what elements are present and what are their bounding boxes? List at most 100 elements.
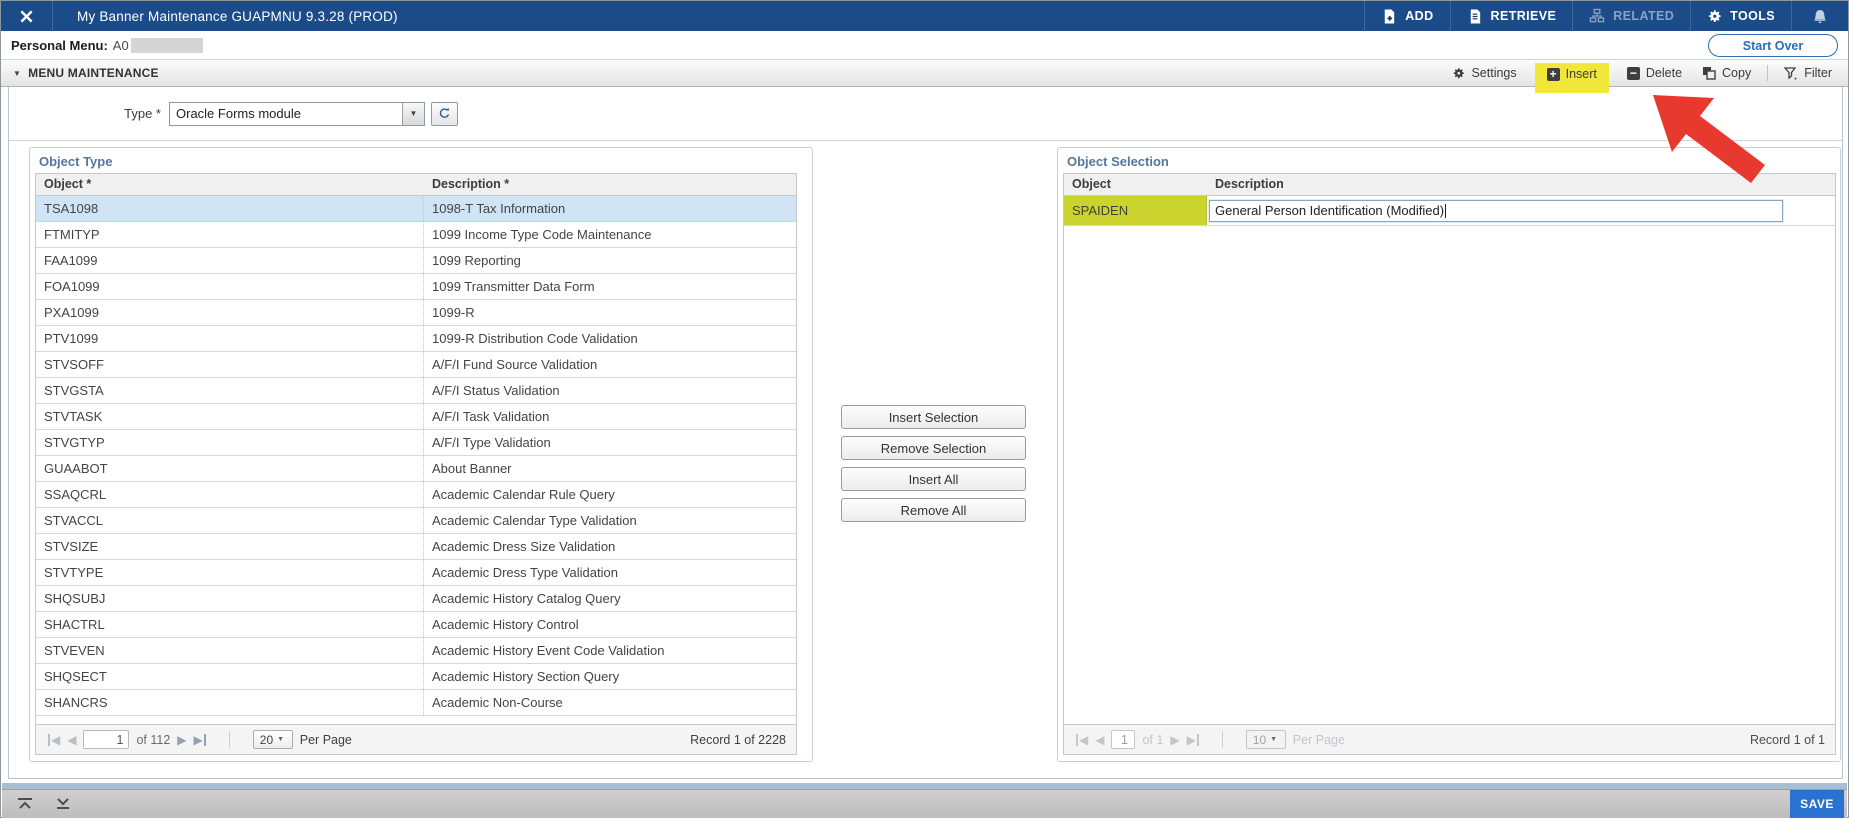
description-cell[interactable]: Academic Dress Type Validation <box>424 560 796 585</box>
object-cell-highlighted[interactable]: SPAIDEN <box>1064 196 1207 225</box>
last-page-button[interactable]: ▶ <box>1187 733 1199 746</box>
first-page-button[interactable]: ◀ <box>48 733 60 746</box>
object-cell[interactable]: FAA1099 <box>36 248 424 273</box>
dropdown-caret-icon[interactable]: ▼ <box>402 102 424 125</box>
notifications-button[interactable] <box>1791 1 1848 31</box>
next-page-button[interactable]: ▶ <box>177 734 186 746</box>
remove-selection-button[interactable]: Remove Selection <box>841 436 1026 460</box>
table-row[interactable]: STVTASK A/F/I Task Validation <box>36 404 796 430</box>
table-row[interactable]: PXA1099 1099-R <box>36 300 796 326</box>
table-row[interactable]: SHACTRL Academic History Control <box>36 612 796 638</box>
per-page-select[interactable]: 20 ▼ <box>252 730 293 749</box>
description-cell[interactable]: 1099-R <box>424 300 796 325</box>
delete-button[interactable]: − Delete <box>1617 62 1692 84</box>
table-row[interactable]: SHQSECT Academic History Section Query <box>36 664 796 690</box>
object-cell[interactable]: FOA1099 <box>36 274 424 299</box>
object-cell[interactable]: PXA1099 <box>36 300 424 325</box>
section-header[interactable]: ▼ MENU MAINTENANCE <box>13 66 159 80</box>
previous-page-button[interactable]: ◀ <box>67 734 76 746</box>
object-cell[interactable]: STVEVEN <box>36 638 424 663</box>
description-cell[interactable]: About Banner <box>424 456 796 481</box>
table-row[interactable]: SSAQCRL Academic Calendar Rule Query <box>36 482 796 508</box>
save-button[interactable]: SAVE <box>1790 790 1844 818</box>
description-cell[interactable]: A/F/I Fund Source Validation <box>424 352 796 377</box>
object-cell[interactable]: SHANCRS <box>36 690 424 715</box>
type-dropdown[interactable]: Oracle Forms module ▼ <box>169 101 425 126</box>
description-cell[interactable]: A/F/I Status Validation <box>424 378 796 403</box>
insert-all-button[interactable]: Insert All <box>841 467 1026 491</box>
description-cell[interactable]: Academic Calendar Type Validation <box>424 508 796 533</box>
object-cell[interactable]: FTMITYP <box>36 222 424 247</box>
table-row[interactable]: STVGTYP A/F/I Type Validation <box>36 430 796 456</box>
description-cell[interactable]: 1099 Income Type Code Maintenance <box>424 222 796 247</box>
table-row[interactable]: TSA1098 1098-T Tax Information <box>36 196 796 222</box>
expand-section-button[interactable] <box>48 792 78 816</box>
table-row[interactable]: SHANCRS Academic Non-Course <box>36 690 796 716</box>
table-row[interactable]: STVTYPE Academic Dress Type Validation <box>36 560 796 586</box>
toggle-panel-button[interactable] <box>10 792 40 816</box>
description-cell[interactable]: Academic History Section Query <box>424 664 796 689</box>
tools-button[interactable]: TOOLS <box>1690 1 1791 31</box>
add-button[interactable]: ADD <box>1364 1 1449 31</box>
object-cell[interactable]: SHQSECT <box>36 664 424 689</box>
table-row[interactable]: STVGSTA A/F/I Status Validation <box>36 378 796 404</box>
table-row[interactable]: GUAABOT About Banner <box>36 456 796 482</box>
description-cell[interactable]: 1099-R Distribution Code Validation <box>424 326 796 351</box>
object-cell[interactable]: SHACTRL <box>36 612 424 637</box>
next-page-button[interactable]: ▶ <box>1170 734 1179 746</box>
description-cell[interactable]: Academic History Control <box>424 612 796 637</box>
object-cell[interactable]: STVGSTA <box>36 378 424 403</box>
table-row[interactable]: FOA1099 1099 Transmitter Data Form <box>36 274 796 300</box>
table-row[interactable]: STVSOFF A/F/I Fund Source Validation <box>36 352 796 378</box>
table-row[interactable]: FTMITYP 1099 Income Type Code Maintenance <box>36 222 796 248</box>
object-cell[interactable]: SHQSUBJ <box>36 586 424 611</box>
column-header-object[interactable]: Object * <box>36 174 424 195</box>
description-cell[interactable]: 1099 Reporting <box>424 248 796 273</box>
description-cell[interactable]: 1098-T Tax Information <box>424 196 796 221</box>
description-cell[interactable]: 1099 Transmitter Data Form <box>424 274 796 299</box>
remove-all-button[interactable]: Remove All <box>841 498 1026 522</box>
description-cell[interactable]: A/F/I Type Validation <box>424 430 796 455</box>
first-page-button[interactable]: ◀ <box>1076 733 1088 746</box>
start-over-button[interactable]: Start Over <box>1708 34 1838 57</box>
object-cell[interactable]: STVTASK <box>36 404 424 429</box>
description-cell[interactable]: Academic Calendar Rule Query <box>424 482 796 507</box>
settings-button[interactable]: Settings <box>1442 62 1526 84</box>
insert-selection-button[interactable]: Insert Selection <box>841 405 1026 429</box>
per-page-select[interactable]: 10 ▼ <box>1245 730 1286 749</box>
object-cell[interactable]: TSA1098 <box>36 196 424 221</box>
page-number-input[interactable] <box>1111 730 1136 749</box>
table-row[interactable]: STVEVEN Academic History Event Code Valid… <box>36 638 796 664</box>
object-cell[interactable]: STVGTYP <box>36 430 424 455</box>
description-cell[interactable]: A/F/I Task Validation <box>424 404 796 429</box>
object-cell[interactable]: STVSIZE <box>36 534 424 559</box>
object-cell[interactable]: GUAABOT <box>36 456 424 481</box>
table-row[interactable]: PTV1099 1099-R Distribution Code Validati… <box>36 326 796 352</box>
last-page-button[interactable]: ▶ <box>194 733 206 746</box>
object-cell[interactable]: STVTYPE <box>36 560 424 585</box>
page-number-input[interactable] <box>83 730 130 749</box>
copy-button[interactable]: Copy <box>1692 62 1761 84</box>
column-header-object[interactable]: Object <box>1064 174 1207 195</box>
object-cell[interactable]: STVACCL <box>36 508 424 533</box>
related-button[interactable]: RELATED <box>1572 1 1690 31</box>
description-input[interactable]: General Person Identification (Modified) <box>1208 198 1784 223</box>
insert-button[interactable]: + Insert <box>1546 67 1597 81</box>
previous-page-button[interactable]: ◀ <box>1095 734 1104 746</box>
close-button[interactable] <box>1 1 53 31</box>
refresh-button[interactable] <box>431 101 458 126</box>
description-cell[interactable]: Academic Dress Size Validation <box>424 534 796 559</box>
filter-button[interactable]: Filter <box>1774 62 1842 84</box>
column-header-description[interactable]: Description <box>1207 174 1835 195</box>
table-row[interactable]: STVACCL Academic Calendar Type Validation <box>36 508 796 534</box>
table-row[interactable]: FAA1099 1099 Reporting <box>36 248 796 274</box>
description-cell[interactable]: Academic Non-Course <box>424 690 796 715</box>
object-cell[interactable]: SSAQCRL <box>36 482 424 507</box>
description-cell[interactable]: Academic History Event Code Validation <box>424 638 796 663</box>
selected-object-row[interactable]: SPAIDEN General Person Identification (M… <box>1064 196 1835 226</box>
description-cell[interactable]: Academic History Catalog Query <box>424 586 796 611</box>
table-row[interactable]: STVSIZE Academic Dress Size Validation <box>36 534 796 560</box>
object-cell[interactable]: STVSOFF <box>36 352 424 377</box>
column-header-description[interactable]: Description * <box>424 174 796 195</box>
object-cell[interactable]: PTV1099 <box>36 326 424 351</box>
